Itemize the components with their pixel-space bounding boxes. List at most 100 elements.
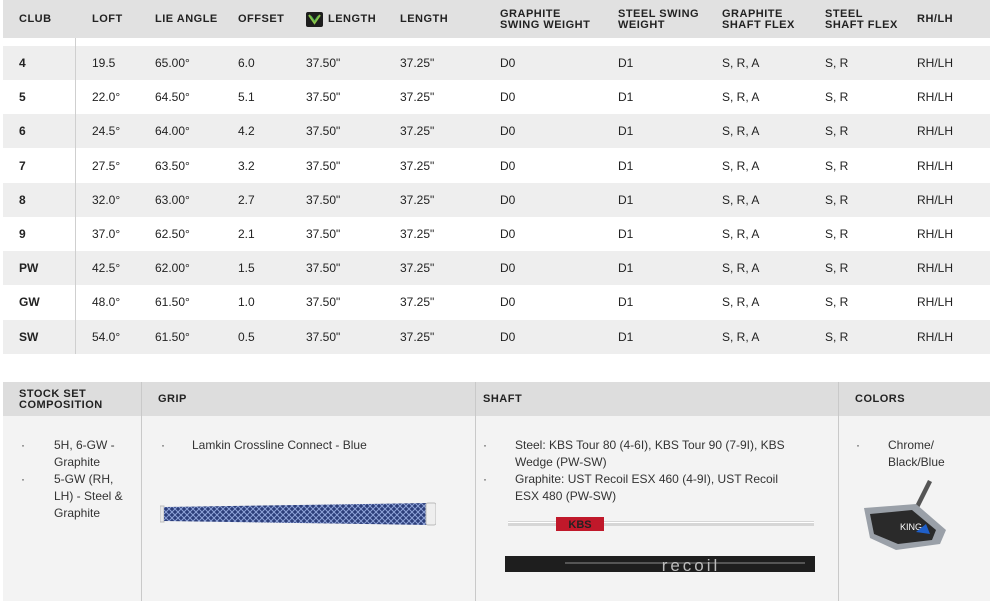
table-row: PW 42.5° 62.00° 1.5 37.50" 37.25" D0 D1 S, R, A S… [3, 251, 990, 286]
table-cell: 63.50° [155, 158, 190, 173]
shaft-item: Steel: KBS Tour 80 (4-6I), KBS Tour 90 (… [515, 437, 785, 471]
table-cell: 37.50" [306, 261, 341, 276]
table-cell: 37.25" [400, 158, 435, 173]
table-cell: D0 [500, 192, 516, 207]
table-cell: D1 [618, 295, 634, 310]
table-cell: D0 [500, 90, 516, 105]
table-cell: S, R [825, 329, 849, 344]
table-cell: D0 [500, 124, 516, 139]
club-image: KING [856, 478, 966, 578]
steel-shaft-image: KBS [508, 515, 814, 537]
grip-item-line: Lamkin Crossline Connect - Blue [192, 438, 367, 452]
column-header-line: SHAFT FLEX [825, 19, 898, 31]
table-cell: 8 [19, 192, 26, 207]
table-cell: RH/LH [917, 192, 954, 207]
table-cell: D1 [618, 227, 634, 241]
table-cell: 37.25" [400, 261, 435, 276]
grip-item: Lamkin Crossline Connect - Blue [192, 437, 367, 454]
stock-item-line: Graphite [54, 455, 101, 469]
table-cell: D0 [500, 227, 516, 241]
kbs-logo-text: KBS [568, 519, 591, 531]
table-cell: S, R [825, 192, 849, 207]
table-cell: 37.25" [400, 295, 435, 310]
table-cell: 24.5° [92, 124, 121, 139]
stock-item-line: 5-GW (RH, [54, 472, 114, 486]
graphite-shaft-image: recoil [505, 552, 815, 576]
table-cell: 2.1 [238, 227, 255, 241]
table-cell: 5 [19, 90, 26, 105]
table-cell: 7 [19, 158, 26, 173]
table-row: 6 24.5° 64.00° 4.2 37.50" 37.25" D0 D1 S, R, A S,… [3, 114, 990, 149]
table-cell: 1.5 [238, 261, 255, 276]
table-cell: S, R, A [722, 56, 760, 70]
table-cell: 37.0° [92, 227, 121, 241]
table-cell: 37.50" [306, 124, 341, 139]
table-cell: 64.00° [155, 124, 190, 139]
table-cell: 61.50° [155, 295, 190, 310]
table-cell: RH/LH [917, 329, 954, 344]
cobra-logo-icon [306, 12, 323, 27]
table-cell: 37.50" [306, 192, 341, 207]
grip-title: GRIP [158, 393, 187, 405]
stock-bullet: · [21, 472, 25, 486]
table-cell: S, R [825, 158, 849, 173]
table-cell: S, R [825, 124, 849, 139]
column-header: STEEL SHAFT FLEX [825, 9, 898, 31]
table-cell: 6 [19, 124, 26, 139]
table-cell: S, R, A [722, 192, 760, 207]
table-cell: D1 [618, 192, 634, 207]
table-cell: PW [19, 261, 39, 276]
bottom-divider [141, 382, 142, 601]
table-cell: 37.25" [400, 227, 435, 241]
table-cell: 37.50" [306, 90, 341, 105]
shaft-item-line: Graphite: UST Recoil ESX 460 (4-9I), UST… [515, 472, 778, 486]
table-cell: D0 [500, 295, 516, 310]
table-cell: D0 [500, 261, 516, 276]
stock-bullet: · [21, 438, 25, 452]
table-cell: 2.7 [238, 192, 255, 207]
table-cell: D0 [500, 158, 516, 173]
table-cell: RH/LH [917, 227, 954, 241]
table-cell: 48.0° [92, 295, 121, 310]
table-row: 5 22.0° 64.50° 5.1 37.50" 37.25" D0 D1 S, R, A S,… [3, 80, 990, 114]
table-cell: 9 [19, 227, 26, 241]
table-cell: 5.1 [238, 90, 255, 105]
table-cell: S, R, A [722, 261, 760, 276]
stock-title: STOCK SET COMPOSITION [19, 389, 103, 411]
table-cell: S, R [825, 56, 849, 70]
shaft-item-line: Steel: KBS Tour 80 (4-6I), KBS Tour 90 (… [515, 438, 785, 452]
shaft-item-line: Wedge (PW-SW) [515, 455, 607, 469]
colors-title: COLORS [855, 393, 906, 405]
table-cell: D1 [618, 261, 634, 276]
club-column-divider [75, 38, 76, 354]
table-cell: 32.0° [92, 192, 121, 207]
table-cell: 62.50° [155, 227, 190, 241]
column-header: LOFT [92, 13, 123, 25]
table-cell: 63.00° [155, 192, 190, 207]
recoil-logo-text: recoil [662, 556, 721, 575]
column-header-line: SWING WEIGHT [500, 19, 591, 31]
table-cell: 37.50" [306, 158, 341, 173]
table-cell: D0 [500, 329, 516, 344]
table-cell: S, R [825, 227, 849, 241]
column-header: LENGTH [328, 13, 377, 25]
table-cell: RH/LH [917, 124, 954, 139]
table-cell: RH/LH [917, 56, 954, 70]
shaft-bullet: · [483, 472, 487, 486]
table-cell: 64.50° [155, 90, 190, 105]
table-cell: 4 [19, 56, 26, 70]
table-cell: S, R [825, 90, 849, 105]
column-header: GRAPHITE SWING WEIGHT [500, 9, 590, 31]
table-cell: 37.25" [400, 329, 435, 344]
column-header-line: WEIGHT [618, 19, 665, 31]
table-cell: 6.0 [238, 56, 255, 70]
column-header: CLUB [19, 13, 52, 25]
colors-item: Chrome/Black/Blue [888, 437, 945, 471]
table-row: SW 54.0° 61.50° 0.5 37.50" 37.25" D0 D1 S, R, A S… [3, 319, 990, 354]
stock-title-line: COMPOSITION [19, 399, 103, 411]
table-cell: D0 [500, 56, 516, 70]
column-header: LIE ANGLE [155, 13, 218, 25]
column-header-line: SHAFT FLEX [722, 19, 795, 31]
bottom-body [3, 416, 990, 601]
table-cell: RH/LH [917, 158, 954, 173]
